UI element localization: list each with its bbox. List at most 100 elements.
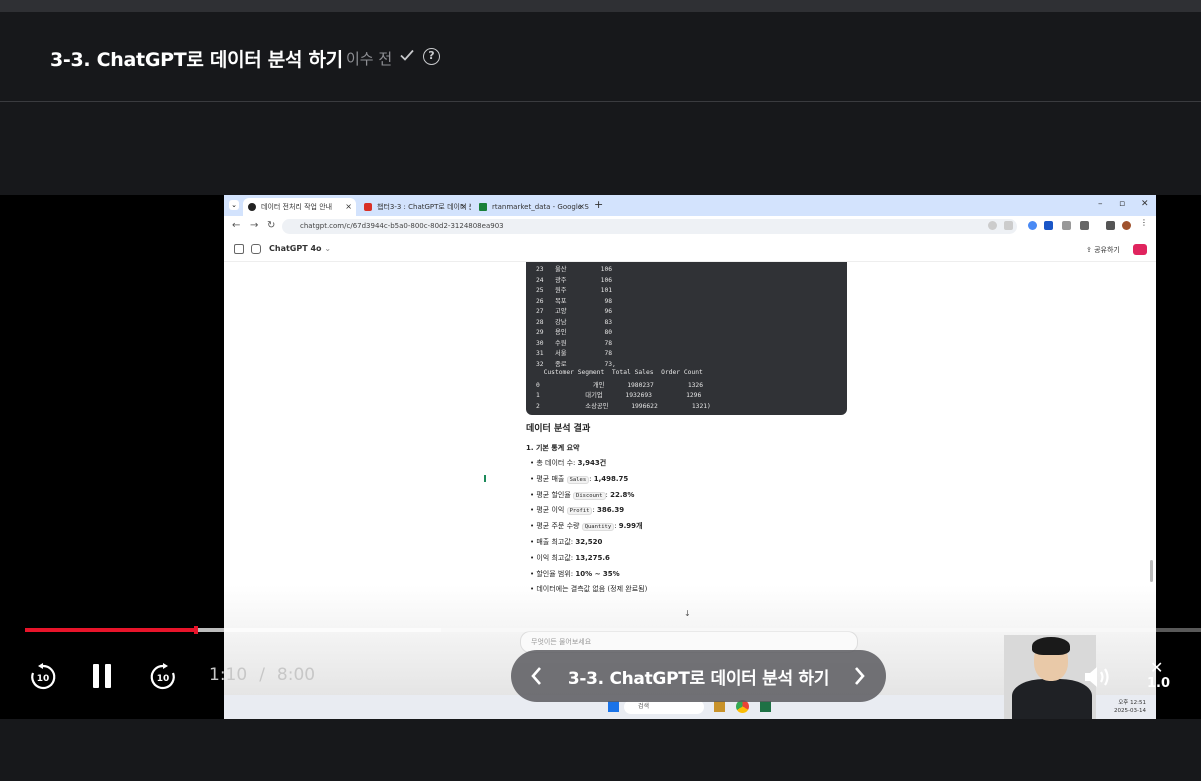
- url-field[interactable]: chatgpt.com/c/67d3944c-b5a0-800c-80d2-31…: [282, 219, 1017, 234]
- chatgpt-header: ChatGPT 4o ⌄ ⇪ 공유하기: [224, 237, 1156, 262]
- clock-date: 2025-03-14: [1114, 708, 1146, 714]
- tab-label: 챕터3-3 : ChatGPT로 데이터 분: [377, 203, 471, 211]
- subsection-title: 1. 기본 통계 요약: [526, 444, 580, 452]
- taskbar-search-label: 검색: [638, 703, 650, 710]
- check-icon[interactable]: [399, 47, 415, 63]
- code-line: 32 종로 73,: [536, 360, 616, 368]
- help-icon[interactable]: ?: [423, 48, 440, 65]
- lesson-header: 3-3. ChatGPT로 데이터 분석 하기 이수 전 ?: [0, 12, 1201, 102]
- code-line: Customer Segment Total Sales Order Count: [536, 369, 703, 376]
- playback-speed[interactable]: 1.0: [1147, 676, 1170, 691]
- forward-seconds-label: 10: [157, 674, 170, 684]
- code-line: 28 강남 83: [536, 318, 613, 326]
- profile-avatar[interactable]: [1122, 221, 1131, 230]
- browser-tab[interactable]: 데이터 전처리 작업 안내 ×: [243, 198, 356, 216]
- restore-icon[interactable]: ▫: [1119, 199, 1125, 209]
- stat-item: • 이익 최고값: 13,275.6: [530, 553, 610, 563]
- top-strip: [0, 0, 1201, 12]
- stat-value: 9.99개: [618, 522, 643, 531]
- video-player[interactable]: ⌄ 데이터 전처리 작업 안내 × 챕터3-3 : ChatGPT로 데이터 분…: [0, 195, 1201, 719]
- extension-icon[interactable]: [1044, 221, 1053, 230]
- forward-10-icon[interactable]: 10: [148, 662, 178, 692]
- share-label: 공유하기: [1094, 246, 1120, 254]
- code-line: 0 개인 1980237 1326: [536, 381, 704, 389]
- extensions-puzzle-icon[interactable]: [1080, 221, 1089, 230]
- current-time: 1:10: [209, 665, 248, 685]
- bookmark-star-icon[interactable]: [1004, 221, 1013, 230]
- time-separator: /: [259, 665, 265, 685]
- share-button[interactable]: ⇪ 공유하기: [1086, 245, 1120, 255]
- stat-value: 3,943건: [577, 459, 607, 467]
- stat-item: • 평균 이익 Profit: 386.39: [530, 506, 625, 516]
- stat-item: • 평균 할인율 Discount: 22.8%: [530, 490, 635, 500]
- minimize-icon[interactable]: –: [1098, 199, 1103, 209]
- zoom-icon[interactable]: [988, 221, 997, 230]
- code-line: 1 대기업 1932693 1296: [536, 392, 702, 399]
- progress-bar[interactable]: [25, 626, 1201, 634]
- rewind-seconds-label: 10: [37, 674, 50, 684]
- sidebar-toggle-icon[interactable]: [234, 244, 244, 254]
- code-line: 30 수원 78: [536, 339, 613, 347]
- mouse-cursor-icon: [484, 475, 489, 482]
- code-line: 26 목포 98: [536, 297, 613, 305]
- excel-icon[interactable]: [760, 701, 771, 712]
- model-selector[interactable]: ChatGPT 4o ⌄: [269, 244, 331, 253]
- stat-label: 평균 매출: [536, 474, 567, 483]
- page-scrollbar[interactable]: [1150, 560, 1153, 582]
- tab-search-icon[interactable]: ⌄: [229, 200, 239, 210]
- code-line: 23 울산 106: [536, 266, 613, 273]
- progress-played: [25, 628, 197, 632]
- stat-label: 할인율 범위:: [536, 569, 576, 578]
- rewind-10-icon[interactable]: 10: [28, 662, 58, 692]
- reload-icon[interactable]: ↻: [267, 220, 275, 231]
- scroll-down-icon[interactable]: ↓: [684, 609, 691, 618]
- extension-icon[interactable]: [1028, 221, 1037, 230]
- browser-tab[interactable]: 챕터3-3 : ChatGPT로 데이터 분 ×: [359, 198, 471, 216]
- video-frame[interactable]: ⌄ 데이터 전처리 작업 안내 × 챕터3-3 : ChatGPT로 데이터 분…: [224, 195, 1156, 719]
- next-lesson-icon[interactable]: [847, 663, 871, 689]
- tab-favicon-icon: [364, 203, 372, 211]
- stat-value: 22.8%: [610, 490, 635, 499]
- playlist-title[interactable]: 3-3. ChatGPT로 데이터 분석 하기: [511, 664, 886, 689]
- stat-tag: Discount: [573, 491, 606, 500]
- browser-tab[interactable]: rtanmarket_data - Google She ×: [474, 198, 589, 216]
- taskbar-search[interactable]: 검색: [624, 700, 704, 714]
- close-icon[interactable]: ✕: [1150, 658, 1163, 677]
- progress-handle[interactable]: [194, 626, 199, 634]
- taskbar-clock: 오후 12:51 2025-03-14: [1114, 699, 1146, 715]
- stat-item: • 평균 매출 Sales: 1,498.75: [530, 474, 629, 484]
- browser-tab-bar: ⌄ 데이터 전처리 작업 안내 × 챕터3-3 : ChatGPT로 데이터 분…: [224, 195, 1156, 216]
- playlist-navigator: 3-3. ChatGPT로 데이터 분석 하기: [511, 650, 886, 702]
- back-icon[interactable]: ←: [232, 220, 240, 231]
- stat-value: 32,520: [575, 538, 603, 546]
- extension-icon[interactable]: [1062, 221, 1071, 230]
- close-icon[interactable]: ×: [345, 198, 352, 216]
- new-tab-icon[interactable]: +: [594, 198, 603, 211]
- instructor-hair: [1032, 637, 1070, 655]
- pause-icon[interactable]: [90, 663, 114, 689]
- stat-item: • 할인율 범위: 10% ~ 35%: [530, 569, 620, 579]
- code-line: 2 소상공인 1996622 1321): [536, 402, 711, 410]
- stat-label: 평균 할인율: [536, 490, 574, 499]
- more-menu-icon[interactable]: ⋮: [1140, 218, 1149, 227]
- code-line: 24 광주 106: [536, 276, 613, 284]
- user-avatar[interactable]: [1133, 244, 1147, 255]
- lower-bar: [0, 719, 1201, 781]
- folder-icon[interactable]: [714, 701, 725, 712]
- new-chat-icon[interactable]: [251, 244, 261, 254]
- close-icon[interactable]: ×: [578, 198, 585, 216]
- duration: 8:00: [276, 665, 316, 685]
- browser-address-bar: ← → ↻ chatgpt.com/c/67d3944c-b5a0-800c-8…: [224, 216, 1156, 237]
- volume-icon[interactable]: [1083, 664, 1113, 690]
- forward-icon[interactable]: →: [250, 220, 258, 231]
- download-icon[interactable]: [1106, 221, 1115, 230]
- close-icon[interactable]: ×: [460, 198, 467, 216]
- instructor-body: [1012, 679, 1092, 719]
- stat-label: 평균 이익: [536, 506, 567, 515]
- windows-start-icon[interactable]: [608, 701, 619, 712]
- clock-time: 오후 12:51: [1118, 700, 1146, 706]
- stat-value: 13,275.6: [575, 553, 610, 562]
- lesson-title: 3-3. ChatGPT로 데이터 분석 하기: [50, 49, 343, 71]
- window-close-icon[interactable]: ✕: [1141, 199, 1149, 209]
- stat-label: 총 데이터 수:: [536, 459, 578, 467]
